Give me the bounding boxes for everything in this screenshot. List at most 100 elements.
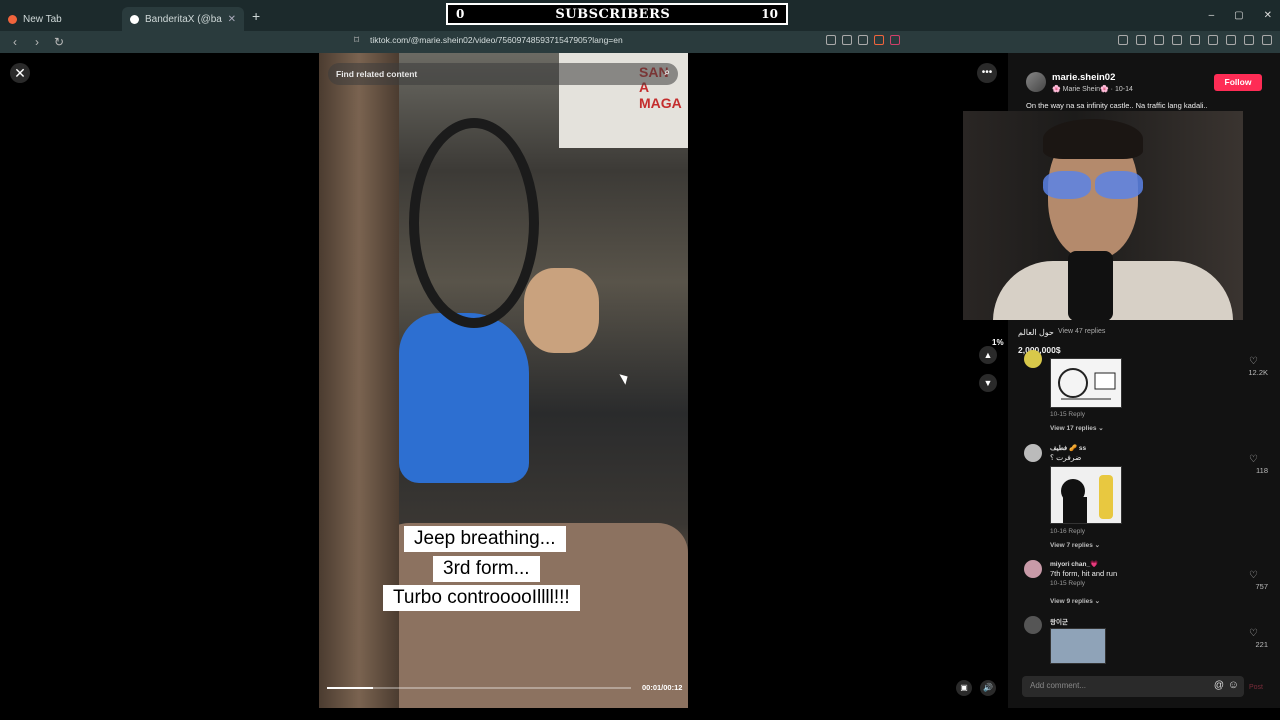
author-username[interactable]: marie.shein02 (1052, 72, 1133, 83)
tab-new-tab[interactable]: New Tab (0, 7, 122, 31)
brave-icon (8, 14, 17, 24)
percent-badge: 1% (992, 338, 1004, 347)
video-progress-bar[interactable] (327, 687, 631, 689)
comment-item: 10-15 Reply View 17 replies ⌄ ♡ 12.2K (1024, 350, 1274, 440)
video-arm (399, 313, 529, 483)
view-replies-link[interactable]: View 17 replies ⌄ (1050, 424, 1104, 432)
url-actions (826, 35, 900, 45)
like-icon[interactable]: ♡ (1249, 628, 1258, 639)
like-icon[interactable]: ♡ (1249, 356, 1258, 367)
extension-icon[interactable] (1208, 35, 1218, 45)
video-timecode: 00:01/00:12 (642, 683, 683, 692)
music-icon[interactable] (1154, 35, 1164, 45)
emoji-icon[interactable]: ☺ (1228, 679, 1239, 691)
view-replies-link[interactable]: View 47 replies (1058, 328, 1105, 335)
comment-sticker-image[interactable] (1050, 466, 1122, 524)
close-video-button[interactable]: ✕ (10, 63, 30, 83)
find-related-placeholder: Find related content (336, 69, 418, 79)
tab-banderitax[interactable]: BanderitaX (@banderitax) Of ✕ (122, 7, 244, 31)
rewards-icon[interactable] (890, 35, 900, 45)
video-steering-wheel (409, 118, 539, 328)
brave-shield-icon[interactable] (874, 35, 884, 45)
comment-avatar[interactable] (1024, 350, 1042, 368)
share-icon[interactable] (858, 35, 868, 45)
post-comment-button[interactable]: Post (1249, 684, 1263, 691)
streamer-webcam (963, 111, 1243, 320)
tab-label: BanderitaX (@banderitax) Of (145, 13, 222, 25)
subscriber-left-count: 0 (456, 7, 465, 21)
close-window-button[interactable]: ✕ (1264, 10, 1272, 21)
previous-video-button[interactable]: ▲ (979, 346, 997, 364)
maximize-button[interactable]: ▢ (1234, 10, 1243, 21)
forward-icon[interactable]: › (30, 35, 44, 49)
extension-icon[interactable] (1118, 35, 1128, 45)
post-description: On the way na sa infinity castle.. Na tr… (1026, 101, 1208, 110)
like-count: 757 (1255, 582, 1268, 591)
url-field[interactable]: tiktok.com/@marie.shein02/video/75609748… (370, 35, 623, 45)
video-caption: Turbo controoooIllll!!! (383, 585, 580, 611)
view-replies-link[interactable]: View 7 replies ⌄ (1050, 541, 1100, 549)
next-video-button[interactable]: ▼ (979, 374, 997, 392)
search-icon[interactable]: ⌕ (664, 67, 670, 78)
comment-item: 왕이군 ♡ 221 (1024, 616, 1274, 666)
like-icon[interactable]: ♡ (1249, 454, 1258, 465)
sidebar-icon[interactable] (1172, 35, 1182, 45)
minimize-button[interactable]: – (1209, 10, 1215, 21)
comment-author[interactable]: فطيف 🥜 ss (1050, 444, 1086, 452)
close-tab-icon[interactable]: ✕ (228, 14, 236, 25)
video-progress-fill (327, 687, 373, 689)
comment-author[interactable]: 왕이군 (1050, 616, 1068, 626)
comment-meta: 10-16 Reply (1050, 528, 1086, 535)
like-count: 12.2K (1248, 368, 1268, 377)
new-tab-button[interactable]: + (252, 8, 260, 24)
tiktok-icon (130, 14, 139, 24)
comment-meta: 10-15 Reply (1050, 580, 1086, 587)
author-display-date: 🌸 Marie Shein🌸 · 10-14 (1052, 86, 1133, 93)
subscriber-title: SUBSCRIBERS (555, 6, 671, 22)
vpn-icon[interactable] (1226, 35, 1236, 45)
video-caption: Jeep breathing... (404, 526, 566, 552)
comment-sticker-image[interactable] (1050, 358, 1122, 408)
comment-avatar[interactable] (1024, 560, 1042, 578)
video-caption: 3rd form... (433, 556, 540, 582)
comment-text: 7th form, hit and run (1050, 569, 1118, 578)
reload-icon[interactable]: ↻ (52, 35, 66, 49)
comment-author[interactable]: miyori chan_💗 (1050, 560, 1098, 568)
like-count: 221 (1255, 640, 1268, 649)
add-comment-input[interactable]: Add comment... @ ☺ (1022, 676, 1244, 697)
subscriber-right-count: 10 (761, 7, 778, 21)
comment-text: ضرفرت ؟ (1050, 453, 1082, 462)
extension-icon[interactable] (1136, 35, 1146, 45)
webcam-shirt (993, 261, 1233, 320)
video-hand (524, 268, 599, 353)
address-bar: ‹ › ↻ ⌑ tiktok.com/@marie.shein02/video/… (0, 31, 1280, 53)
reader-icon[interactable] (826, 35, 836, 45)
webcam-glasses (1043, 171, 1143, 199)
mention-icon[interactable]: @ (1214, 680, 1224, 691)
leo-icon[interactable] (1244, 35, 1254, 45)
follow-button[interactable]: Follow (1214, 74, 1262, 91)
like-icon[interactable]: ♡ (1249, 570, 1258, 581)
bookmark-icon[interactable]: ⌑ (354, 35, 359, 46)
more-options-button[interactable]: ••• (977, 63, 997, 83)
comment-meta: 10-15 Reply (1050, 411, 1086, 418)
cast-icon[interactable] (842, 35, 852, 45)
webcam-hair (1043, 119, 1143, 159)
pip-icon[interactable]: ▣ (956, 680, 972, 696)
manga-sticker-icon (1051, 359, 1121, 407)
menu-icon[interactable] (1262, 35, 1272, 45)
comment-avatar[interactable] (1024, 444, 1042, 462)
extension-icons (1118, 35, 1272, 45)
comment-photo-image[interactable] (1050, 628, 1106, 664)
silhouette-sticker-icon (1051, 467, 1121, 523)
view-replies-link[interactable]: View 9 replies ⌄ (1050, 597, 1100, 605)
comment-avatar[interactable] (1024, 616, 1042, 634)
wallet-icon[interactable] (1190, 35, 1200, 45)
webcam-microphone (1068, 251, 1113, 320)
like-count: 118 (1256, 466, 1268, 475)
volume-icon[interactable]: 🔊 (980, 680, 996, 696)
author-avatar[interactable] (1026, 72, 1046, 92)
back-icon[interactable]: ‹ (8, 35, 22, 49)
tab-label: New Tab (23, 13, 62, 25)
find-related-search[interactable]: Find related content ⌕ (328, 63, 678, 85)
